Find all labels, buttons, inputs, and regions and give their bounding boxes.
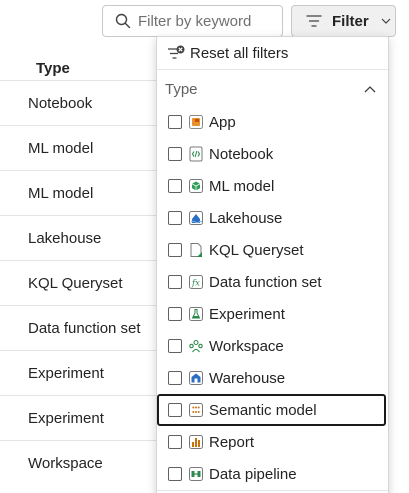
option-workspace[interactable]: Workspace [157, 330, 388, 362]
checkbox[interactable] [168, 243, 182, 257]
page: Filter Type Notebook ML model ML model L… [0, 0, 409, 493]
option-ml-model[interactable]: ML model [157, 170, 388, 202]
option-experiment[interactable]: Experiment [157, 298, 388, 330]
column-header-type[interactable]: Type [36, 60, 70, 77]
checkbox[interactable] [168, 403, 182, 417]
checkbox[interactable] [168, 307, 182, 321]
clear-filter-icon [168, 45, 185, 59]
checkbox[interactable] [168, 211, 182, 225]
filter-button[interactable]: Filter [291, 5, 396, 37]
chevron-down-icon [381, 18, 391, 24]
table-row[interactable]: Data function set [0, 305, 160, 350]
table-row[interactable]: Notebook [0, 80, 160, 125]
data-function-icon: fx [188, 274, 204, 290]
table-row[interactable]: Lakehouse [0, 215, 160, 260]
checkbox[interactable] [168, 275, 182, 289]
kql-queryset-icon [188, 242, 204, 258]
option-label: Data function set [209, 273, 322, 291]
app-icon [188, 114, 204, 130]
option-app[interactable]: App [157, 106, 388, 138]
type-section-label: Type [165, 80, 198, 98]
type-section-header[interactable]: Type [157, 72, 388, 106]
filter-dropdown: Reset all filters Type App Notebook ML m… [156, 36, 389, 493]
table-row[interactable]: Experiment [0, 350, 160, 395]
warehouse-icon [188, 370, 204, 386]
data-pipeline-icon [188, 466, 204, 482]
type-options-list: App Notebook ML model Lakehouse KQL Quer… [157, 106, 388, 490]
option-label: Experiment [209, 305, 285, 323]
semantic-model-icon [188, 402, 204, 418]
experiment-icon [188, 306, 204, 322]
search-input[interactable] [138, 12, 278, 30]
option-label: App [209, 113, 236, 131]
option-warehouse[interactable]: Warehouse [157, 362, 388, 394]
lakehouse-icon [188, 210, 204, 226]
checkbox[interactable] [168, 371, 182, 385]
filter-button-label: Filter [332, 12, 369, 30]
option-label: Report [209, 433, 255, 451]
option-notebook[interactable]: Notebook [157, 138, 388, 170]
divider [157, 490, 388, 491]
option-label: Notebook [209, 145, 274, 163]
search-icon [115, 13, 131, 29]
ml-model-icon [188, 178, 204, 194]
filter-icon [306, 15, 322, 27]
notebook-icon [188, 146, 204, 162]
table-row[interactable]: Workspace [0, 440, 160, 485]
chevron-up-icon[interactable] [364, 85, 376, 93]
option-label: Lakehouse [209, 209, 283, 227]
workspace-icon [188, 338, 204, 354]
option-lakehouse[interactable]: Lakehouse [157, 202, 388, 234]
table-row[interactable]: KQL Queryset [0, 260, 160, 305]
checkbox[interactable] [168, 179, 182, 193]
option-kql-queryset[interactable]: KQL Queryset [157, 234, 388, 266]
checkbox[interactable] [168, 115, 182, 129]
checkbox[interactable] [168, 467, 182, 481]
option-data-pipeline[interactable]: Data pipeline [157, 458, 388, 490]
option-label: Warehouse [209, 369, 286, 387]
option-report[interactable]: Report [157, 426, 388, 458]
svg-text:fx: fx [191, 279, 200, 289]
option-semantic-model[interactable]: Semantic model [157, 394, 386, 426]
option-data-function-set[interactable]: fx Data function set [157, 266, 388, 298]
option-label: KQL Queryset [209, 241, 304, 259]
table-row[interactable]: ML model [0, 125, 160, 170]
table-row[interactable]: ML model [0, 170, 160, 215]
report-icon [188, 434, 204, 450]
checkbox[interactable] [168, 435, 182, 449]
checkbox[interactable] [168, 339, 182, 353]
option-label: ML model [209, 177, 275, 195]
checkbox[interactable] [168, 147, 182, 161]
search-box[interactable] [102, 5, 283, 37]
table-row[interactable]: Experiment [0, 395, 160, 440]
reset-all-filters-button[interactable]: Reset all filters [157, 37, 388, 70]
option-label: Data pipeline [209, 465, 297, 483]
option-label: Workspace [209, 337, 284, 355]
table-body: Notebook ML model ML model Lakehouse KQL… [0, 80, 160, 485]
option-label: Semantic model [209, 401, 317, 419]
reset-all-filters-label: Reset all filters [190, 44, 289, 62]
